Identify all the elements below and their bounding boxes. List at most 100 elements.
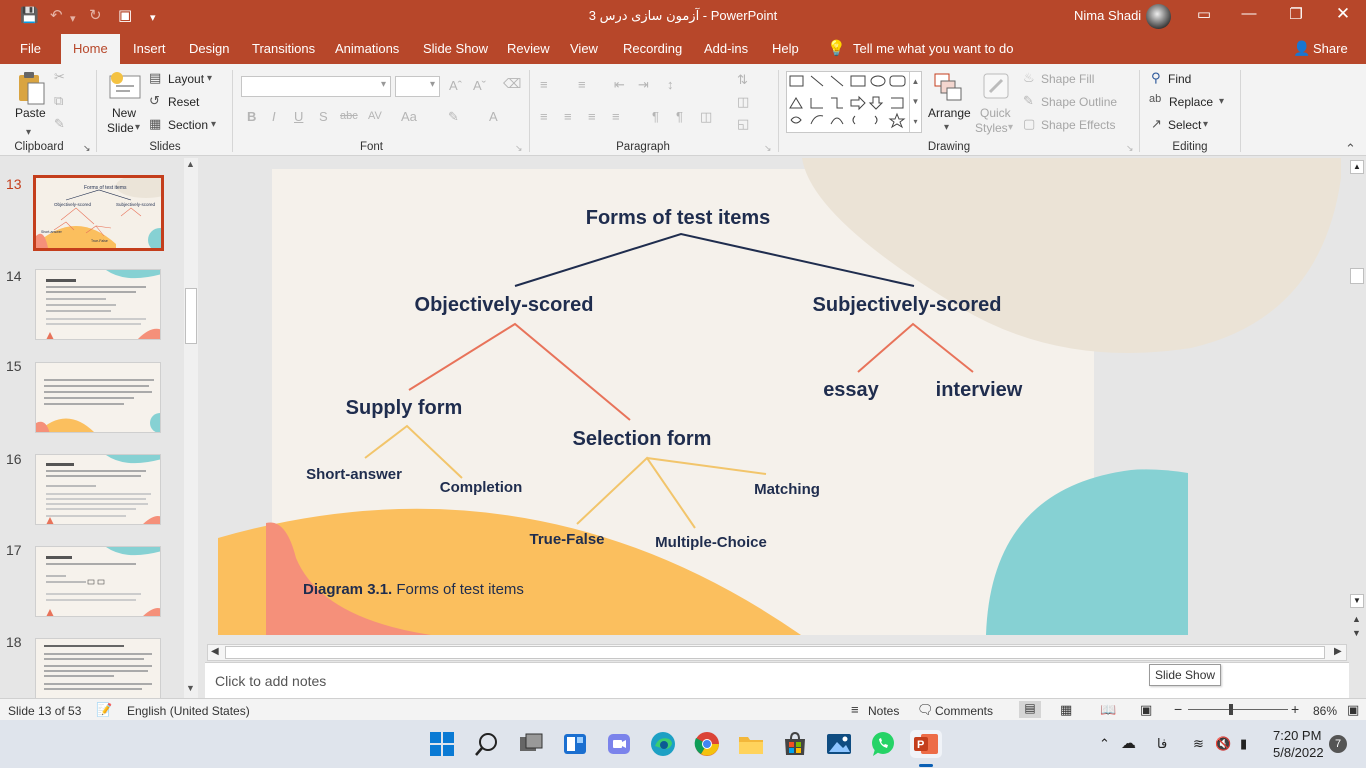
paste-icon[interactable] (15, 72, 45, 106)
redo-icon[interactable]: ↻ (89, 7, 102, 25)
quick-styles-dropdown-icon[interactable]: ▾ (1008, 122, 1013, 133)
clock-date[interactable]: 5/8/2022 (1273, 745, 1324, 760)
font-size-combobox[interactable]: ▾ (395, 76, 440, 97)
notes-placeholder[interactable]: Click to add notes (215, 673, 326, 689)
find-icon[interactable]: ⚲ (1151, 70, 1161, 86)
tab-recording[interactable]: Recording (623, 41, 682, 56)
slide-thumbnail-14[interactable] (35, 269, 161, 340)
find-button[interactable]: Find (1168, 72, 1191, 86)
user-name[interactable]: Nima Shadi (1074, 8, 1141, 23)
align-text-icon[interactable]: ◫ (737, 94, 749, 110)
shape-fill-icon[interactable]: ♨ (1023, 70, 1035, 86)
scroll-right-icon[interactable]: ▶ (1334, 646, 1342, 657)
ltr-icon[interactable]: ¶ (652, 109, 659, 124)
section-dropdown-icon[interactable]: ▾ (211, 119, 216, 130)
ribbon-display-options-icon[interactable]: ▭ (1189, 5, 1219, 23)
slide-thumbnail-17[interactable] (35, 546, 161, 617)
editor-scroll-thumb[interactable] (1350, 268, 1364, 284)
reset-button[interactable]: Reset (168, 95, 199, 109)
clear-formatting-icon[interactable]: ⌫ (503, 76, 521, 92)
font-name-dropdown-icon[interactable]: ▾ (381, 79, 386, 90)
undo-dropdown-icon[interactable]: ▾ (70, 10, 76, 28)
new-slide-label-1[interactable]: New (112, 106, 136, 120)
rtl-icon[interactable]: ¶ (676, 109, 683, 124)
scroll-down-icon[interactable]: ▼ (186, 683, 195, 693)
new-slide-icon[interactable] (108, 70, 142, 104)
align-center-icon[interactable]: ≡ (564, 109, 572, 124)
convert-to-smartart-icon[interactable]: ◱ (737, 116, 749, 132)
select-icon[interactable]: ↗ (1151, 116, 1162, 132)
task-view-icon[interactable] (517, 730, 545, 758)
bullets-icon[interactable]: ≡ (540, 77, 548, 92)
font-size-dropdown-icon[interactable]: ▾ (430, 79, 435, 90)
language-indicator[interactable]: English (United States) (127, 704, 250, 718)
minimize-icon[interactable]: — (1234, 5, 1264, 22)
replace-icon[interactable]: ab (1149, 93, 1161, 105)
zoom-in-icon[interactable]: + (1291, 701, 1299, 717)
layout-icon[interactable]: ▤ (149, 70, 161, 86)
clock-time[interactable]: 7:20 PM (1273, 728, 1321, 743)
previous-slide-icon[interactable]: ▲ (1352, 614, 1361, 624)
tab-design[interactable]: Design (189, 41, 229, 56)
shadow-icon[interactable]: S (319, 109, 328, 124)
widgets-icon[interactable] (561, 730, 589, 758)
thumbnail-scrollbar[interactable]: ▲ ▼ (184, 158, 198, 698)
comments-button[interactable]: Comments (935, 704, 993, 718)
highlight-icon[interactable]: ✎ (448, 109, 459, 125)
layout-dropdown-icon[interactable]: ▾ (207, 73, 212, 84)
undo-icon[interactable]: ↶ (50, 7, 63, 25)
slide-sorter-icon[interactable]: ▦ (1060, 702, 1072, 718)
layout-button[interactable]: Layout (168, 72, 204, 86)
share-button[interactable]: Share (1313, 41, 1348, 56)
volume-muted-icon[interactable]: 🔇 (1215, 736, 1231, 752)
zoom-out-icon[interactable]: − (1174, 701, 1182, 717)
zoom-level[interactable]: 86% (1313, 704, 1337, 718)
line-spacing-icon[interactable]: ↕ (667, 77, 674, 92)
microsoft-store-icon[interactable] (781, 730, 809, 758)
teams-chat-icon[interactable] (605, 730, 633, 758)
increase-indent-icon[interactable]: ⇥ (638, 77, 649, 93)
align-right-icon[interactable]: ≡ (588, 109, 596, 124)
zoom-slider-thumb[interactable] (1229, 704, 1233, 715)
replace-button[interactable]: Replace (1169, 95, 1213, 109)
file-explorer-icon[interactable] (737, 730, 765, 758)
quick-styles-label-1[interactable]: Quick (980, 106, 1011, 120)
windows-start-icon[interactable] (428, 730, 456, 758)
tab-transitions[interactable]: Transitions (252, 41, 315, 56)
editor-vertical-scrollbar[interactable]: ▲ ▼ ▲ ▼ (1349, 158, 1366, 642)
character-spacing-icon[interactable]: AV (368, 110, 382, 122)
tab-file[interactable]: File (20, 41, 41, 56)
decrease-font-icon[interactable]: Aˇ (473, 78, 486, 93)
decrease-indent-icon[interactable]: ⇤ (614, 77, 625, 93)
scroll-left-icon[interactable]: ◀ (211, 646, 219, 657)
strikethrough-icon[interactable]: abc (340, 110, 358, 122)
editor-scroll-down-icon[interactable]: ▼ (1350, 594, 1364, 608)
section-button[interactable]: Section (168, 118, 208, 132)
scroll-up-icon[interactable]: ▲ (186, 159, 195, 169)
next-slide-icon[interactable]: ▼ (1352, 628, 1361, 638)
bold-icon[interactable]: B (247, 109, 256, 124)
replace-dropdown-icon[interactable]: ▾ (1219, 96, 1224, 107)
onedrive-icon[interactable]: ☁ (1121, 734, 1136, 752)
horizontal-scroll-thumb[interactable] (225, 646, 1325, 659)
reset-icon[interactable]: ↺ (149, 93, 160, 109)
tab-view[interactable]: View (570, 41, 598, 56)
notification-badge[interactable]: 7 (1329, 735, 1347, 753)
slide-thumbnail-15[interactable] (35, 362, 161, 433)
select-dropdown-icon[interactable]: ▾ (1203, 119, 1208, 130)
drawing-launcher-icon[interactable]: ↘ (1126, 143, 1134, 154)
notes-icon[interactable]: ≡ (851, 702, 859, 717)
tab-slide-show[interactable]: Slide Show (423, 41, 488, 56)
chrome-icon[interactable] (693, 730, 721, 758)
arrange-dropdown-icon[interactable]: ▾ (944, 122, 949, 133)
tab-animations[interactable]: Animations (335, 41, 399, 56)
new-slide-label-2[interactable]: Slide (107, 121, 134, 135)
increase-font-icon[interactable]: Aˆ (449, 78, 462, 93)
quick-styles-icon[interactable] (982, 72, 1012, 102)
slide-show-icon[interactable]: ▣ (1140, 702, 1152, 718)
normal-view-icon[interactable]: ▤ (1019, 701, 1041, 718)
tell-me-search[interactable]: Tell me what you want to do (853, 41, 1013, 56)
spelling-check-icon[interactable]: 📝 (96, 702, 112, 718)
font-launcher-icon[interactable]: ↘ (515, 143, 523, 154)
shape-outline-icon[interactable]: ✎ (1023, 93, 1034, 109)
